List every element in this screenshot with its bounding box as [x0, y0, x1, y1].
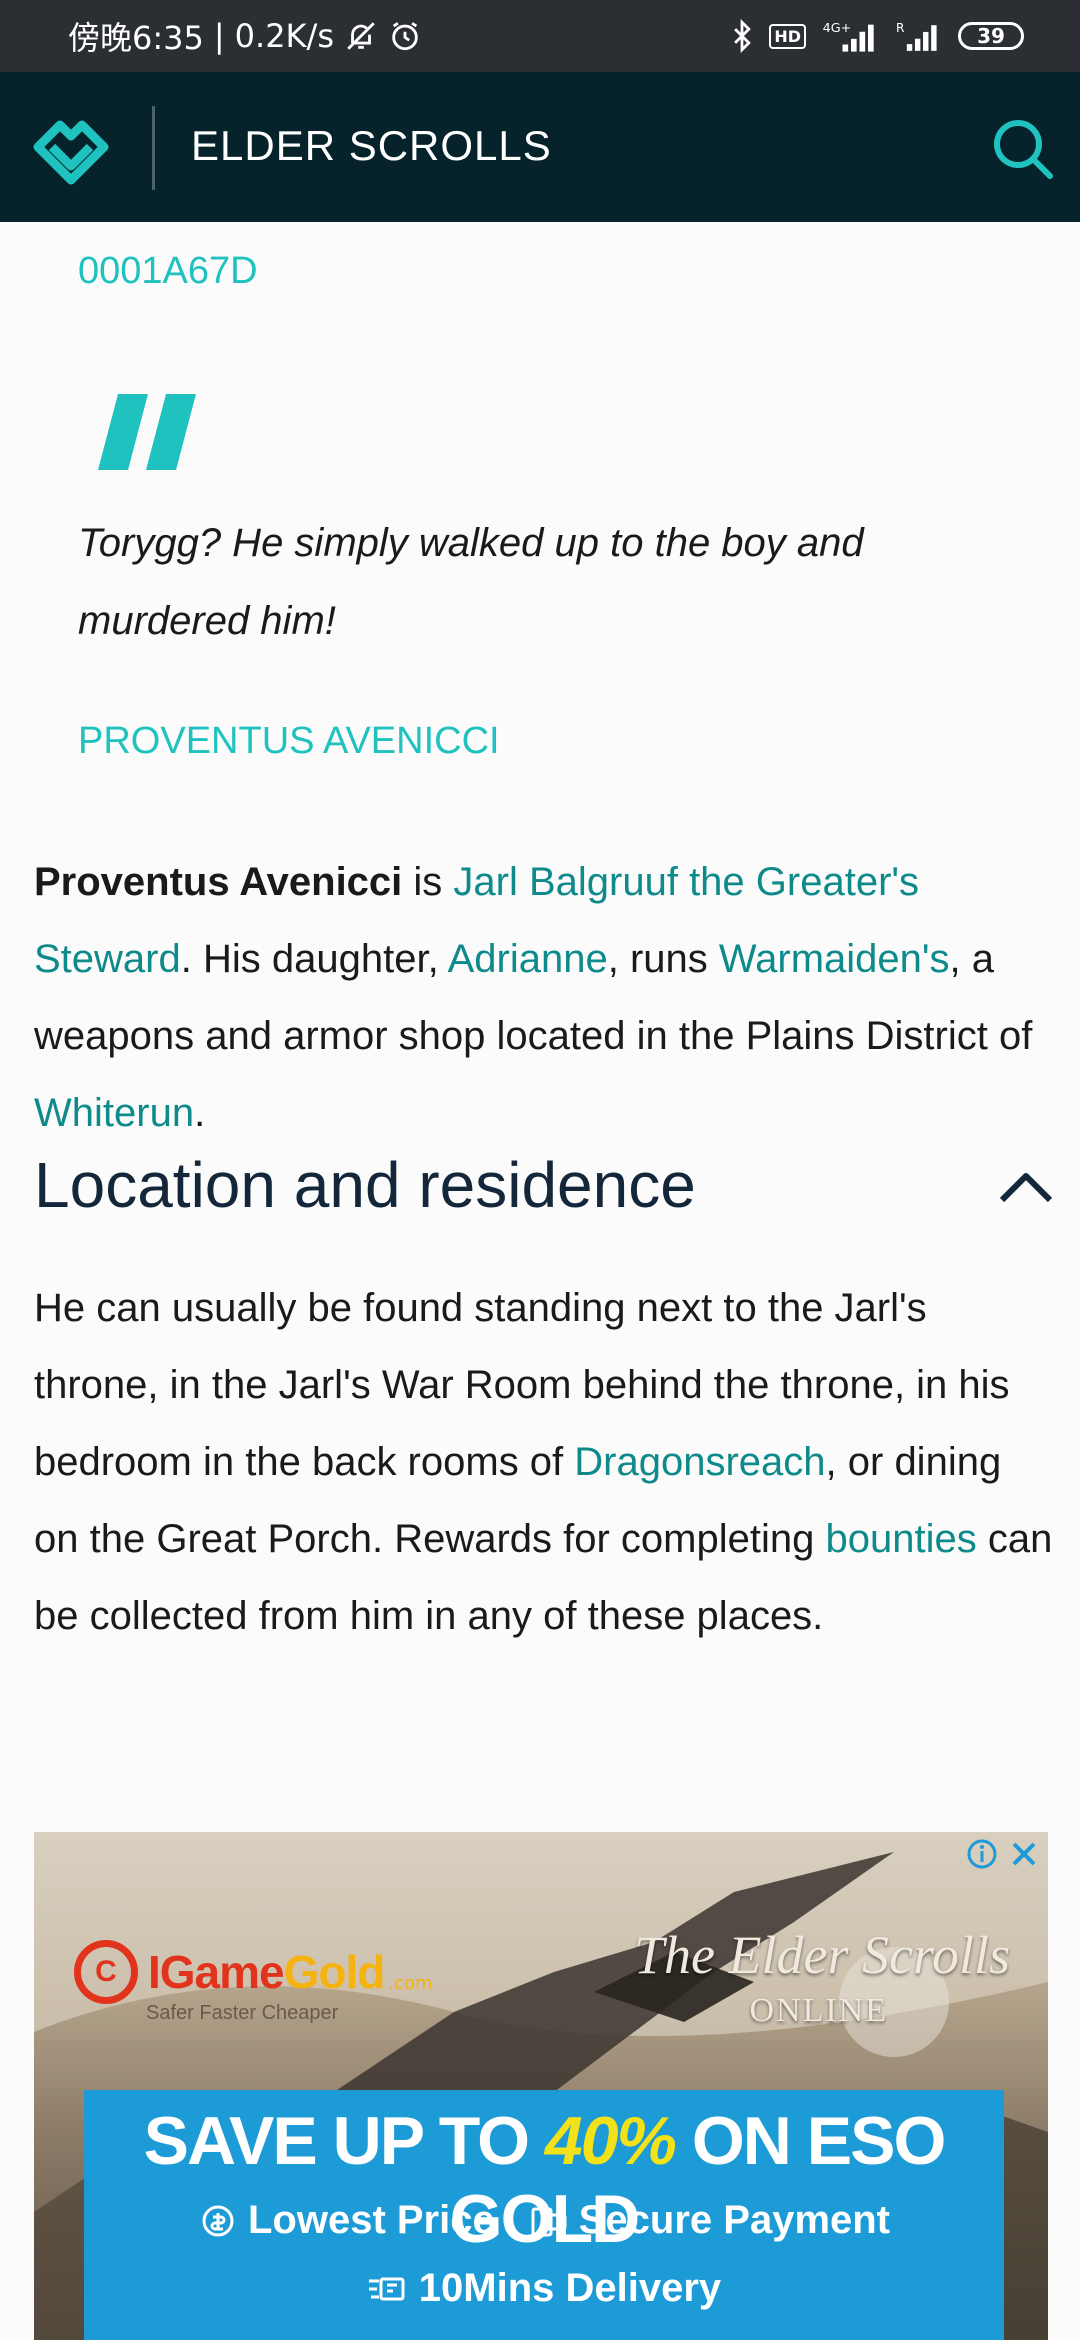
text-fragment: is: [402, 860, 454, 904]
quote-author: PROVENTUS AVENICCI: [78, 720, 500, 762]
ad-feature-label: Secure Payment: [578, 2198, 891, 2242]
ad-brand-tagline: Safer Faster Cheaper: [146, 2002, 339, 2024]
ad-info-icon[interactable]: [966, 1838, 998, 1870]
form-id-value: 0001A67D: [78, 250, 258, 292]
link-dragonsreach[interactable]: Dragonsreach: [574, 1440, 825, 1484]
ad-game-title: The Elder Scrolls: [634, 1925, 1010, 1985]
intro-paragraph: Proventus Avenicci is Jarl Balgruuf the …: [34, 844, 1054, 1152]
hd-icon: HD: [769, 23, 806, 49]
section-location-residence[interactable]: Location and residence: [34, 1148, 1054, 1228]
delivery-truck-icon: [368, 2277, 405, 2300]
signal-r-icon: R: [896, 19, 942, 53]
chevron-up-icon[interactable]: [998, 1162, 1054, 1214]
mute-bell-icon: [344, 19, 378, 53]
alarm-icon: [388, 19, 422, 53]
quote-text: Torygg? He simply walked up to the boy a…: [78, 521, 864, 643]
ad-banner[interactable]: C IGameGold .com Safer Faster Cheaper Th…: [34, 1832, 1048, 2340]
fandom-heart-logo[interactable]: [30, 110, 112, 186]
status-separator: |: [213, 17, 225, 55]
ad-feature-secure-payment: Secure Payment: [529, 2198, 890, 2243]
ad-brand-logo: C IGameGold .com: [74, 1932, 433, 2012]
subject-name: Proventus Avenicci: [34, 860, 403, 904]
ad-feature-label: 10Mins Delivery: [418, 2266, 722, 2310]
signal-4g-icon: 4G+: [822, 19, 880, 53]
text-fragment: . His daughter,: [180, 937, 448, 981]
search-icon[interactable]: [990, 116, 1054, 180]
quote-mark-icon: [98, 392, 216, 472]
ad-brand-mark: C: [74, 1940, 138, 2004]
site-title[interactable]: ELDER SCROLLS: [191, 122, 552, 170]
svg-text:4G+: 4G+: [823, 21, 852, 36]
ad-brand-name-part: IGame: [148, 1946, 285, 1998]
ad-features: Lowest Price Secure Payment: [84, 2198, 1004, 2243]
bluetooth-icon: [731, 19, 753, 53]
price-tag-icon: [202, 2205, 234, 2236]
ad-brand-name: IGameGold: [148, 1945, 386, 1999]
ad-headline-part: SAVE UP TO: [143, 2103, 545, 2179]
ad-brand-tld: .com: [388, 1973, 433, 1994]
battery-icon: 39: [958, 22, 1024, 50]
status-time: 傍晚6:35: [68, 19, 204, 57]
text-fragment: .: [194, 1091, 206, 1135]
svg-text:R: R: [896, 21, 905, 35]
ad-headline-highlight: 40%: [544, 2103, 677, 2179]
status-right: HD 4G+ R 39: [731, 0, 1024, 72]
ad-close-icon[interactable]: [1008, 1838, 1040, 1870]
card-icon: [531, 2207, 567, 2236]
app-header: ELDER SCROLLS: [0, 72, 1080, 222]
ad-brand-name-part: Gold: [283, 1946, 386, 1998]
ad-game-subtitle: ONLINE: [749, 1992, 888, 2029]
header-divider: [152, 106, 155, 190]
ad-feature-label: Lowest Price: [247, 2198, 495, 2242]
network-speed: 0.2K/s: [234, 17, 334, 55]
link-bounties[interactable]: bounties: [825, 1517, 976, 1561]
status-bar: 傍晚6:35 | 0.2K/s HD 4G+ R 39: [0, 0, 1080, 72]
location-paragraph: He can usually be found standing next to…: [34, 1270, 1054, 1655]
status-left: 傍晚6:35 | 0.2K/s: [68, 0, 422, 72]
section-heading: Location and residence: [34, 1149, 696, 1221]
text-fragment: , runs: [607, 937, 719, 981]
link-warmaidens[interactable]: Warmaiden's: [719, 937, 950, 981]
ad-feature-lowest-price: Lowest Price: [198, 2198, 495, 2243]
ad-feature-delivery: 10Mins Delivery: [84, 2266, 1004, 2311]
link-whiterun[interactable]: Whiterun: [34, 1091, 194, 1135]
link-adrianne[interactable]: Adrianne: [448, 937, 608, 981]
ad-offer-panel: SAVE UP TO 40% ON ESO GOLD Lowest Price …: [84, 2090, 1004, 2340]
